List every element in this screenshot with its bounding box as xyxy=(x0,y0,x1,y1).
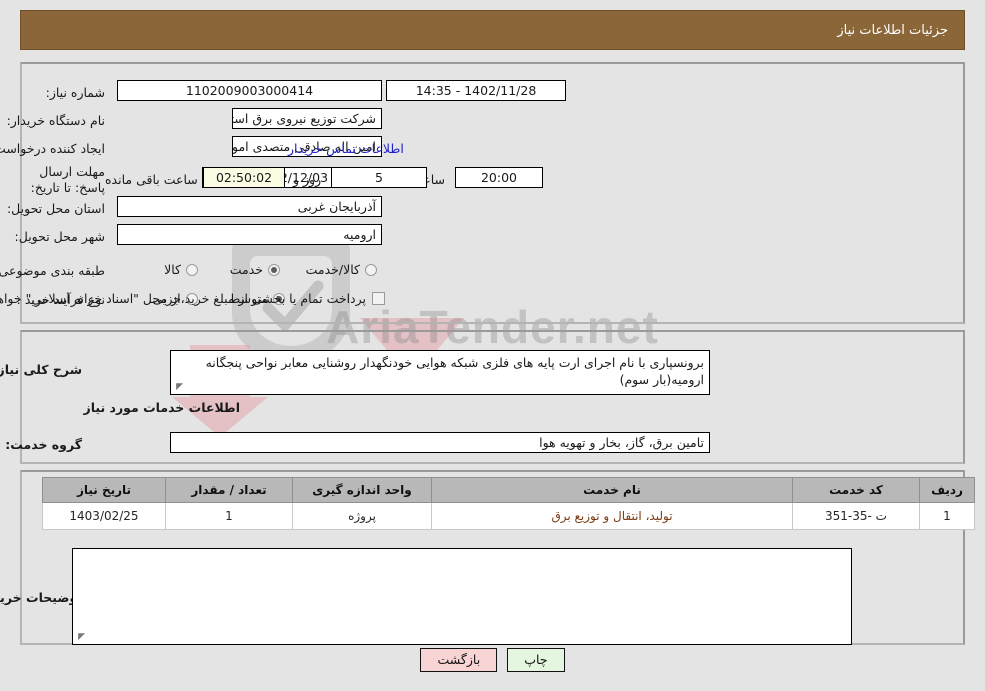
response-deadline-label: مهلت ارسال پاسخ: تا تاریخ: xyxy=(30,164,105,195)
radio-label: کالا/خدمت xyxy=(305,262,360,277)
buyer-contact-link[interactable]: اطلاعات تماس خریدار xyxy=(288,141,404,156)
need-summary-textarea[interactable]: برونسپاری با نام اجرای ارت پایه های فلزی… xyxy=(170,350,710,395)
cell-unit: پروژه xyxy=(292,502,432,530)
buyer-notes-textarea[interactable]: ◤ xyxy=(72,548,852,645)
table-row: 1 ت -35-351 تولید، انتقال و توزیع برق پر… xyxy=(42,502,975,530)
cell-need-date: 1403/02/25 xyxy=(42,502,166,530)
resize-grip-icon[interactable]: ◤ xyxy=(173,383,183,393)
radio-category-khedmat[interactable]: خدمت xyxy=(230,262,280,277)
cell-row-no: 1 xyxy=(919,502,975,530)
countdown-timer-label: ساعت باقی مانده xyxy=(105,172,198,187)
delivery-province-label: استان محل تحویل: xyxy=(6,201,105,216)
radio-label: کالا xyxy=(164,262,181,277)
need-info-panel xyxy=(20,62,965,324)
services-table: ردیف کد خدمت نام خدمت واحد اندازه گیری ت… xyxy=(42,477,975,530)
countdown-timer-value: 02:50:02 xyxy=(203,167,285,188)
treasury-bond-checkbox[interactable]: پرداخت تمام یا بخشی از مبلغ خرید،از محل … xyxy=(0,291,385,306)
need-summary-label: شرح کلی نیاز: xyxy=(0,362,82,377)
buyer-notes-label: توضیحات خریدار: xyxy=(0,590,82,605)
col-service-code: کد خدمت xyxy=(792,477,920,503)
treasury-bond-label: پرداخت تمام یا بخشی از مبلغ خرید،از محل … xyxy=(0,291,366,306)
buyer-org-value: شرکت توزیع نیروی برق استان آذربایجان غرب… xyxy=(232,108,382,129)
delivery-city-value: ارومیه xyxy=(117,224,382,245)
back-button[interactable]: بازگشت xyxy=(420,648,498,672)
resize-grip-icon[interactable]: ◤ xyxy=(75,633,85,643)
radio-indicator xyxy=(268,263,280,276)
cell-quantity: 1 xyxy=(165,502,293,530)
col-service-name: نام خدمت xyxy=(431,477,793,503)
cell-service-code: ت -35-351 xyxy=(792,502,920,530)
page-title-text: جزئیات اطلاعات نیاز xyxy=(837,22,948,38)
need-summary-text: برونسپاری با نام اجرای ارت پایه های فلزی… xyxy=(205,355,704,387)
radio-indicator xyxy=(186,263,198,276)
service-group-value: تامین برق، گاز، بخار و تهویه هوا xyxy=(170,432,710,453)
radio-indicator xyxy=(365,263,377,276)
radio-category-kala-khedmat[interactable]: کالا/خدمت xyxy=(306,262,377,277)
radio-category-kala[interactable]: کالا xyxy=(164,262,198,277)
request-creator-label: ایجاد کننده درخواست: xyxy=(0,141,105,156)
service-group-label: گروه خدمت: xyxy=(5,437,82,452)
remaining-days-label: روز و xyxy=(293,172,322,187)
table-header-row: ردیف کد خدمت نام خدمت واحد اندازه گیری ت… xyxy=(42,477,975,503)
col-unit: واحد اندازه گیری xyxy=(292,477,432,503)
need-number-label: شماره نیاز: xyxy=(45,85,105,100)
footer-button-bar: بازگشت چاپ xyxy=(0,648,985,672)
buyer-org-label: نام دستگاه خریدار: xyxy=(6,113,105,128)
print-button[interactable]: چاپ xyxy=(507,648,565,672)
delivery-city-label: شهر محل تحویل: xyxy=(14,229,105,244)
page-root: AriaTender.net جزئیات اطلاعات نیاز شماره… xyxy=(0,0,985,691)
radio-label: خدمت xyxy=(229,262,263,277)
announce-date-value: 1402/11/28 - 14:35 xyxy=(386,80,566,101)
services-section-heading: اطلاعات خدمات مورد نیاز xyxy=(83,400,241,415)
checkbox-indicator xyxy=(372,292,385,305)
delivery-province-value: آذربایجان غربی xyxy=(117,196,382,217)
cell-service-name: تولید، انتقال و توزیع برق xyxy=(431,502,793,530)
remaining-days-value: 5 xyxy=(331,167,427,188)
col-need-date: تاریخ نیاز xyxy=(42,477,166,503)
deadline-time-value: 20:00 xyxy=(455,167,543,188)
col-quantity: تعداد / مقدار xyxy=(165,477,293,503)
subject-category-label: طبقه بندی موضوعی: xyxy=(0,263,105,278)
page-title: جزئیات اطلاعات نیاز xyxy=(20,10,965,50)
need-number-value: 1102009003000414 xyxy=(117,80,382,101)
col-row-no: ردیف xyxy=(919,477,975,503)
